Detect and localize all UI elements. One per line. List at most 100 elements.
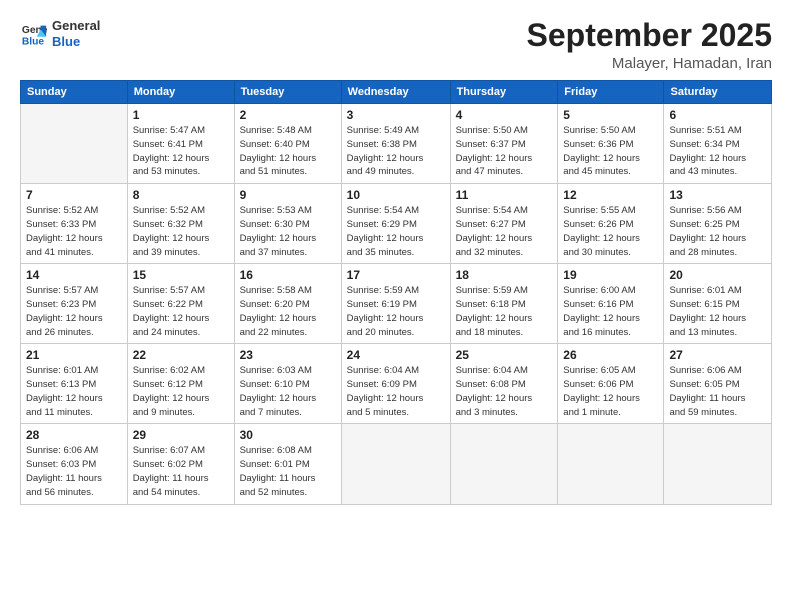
header-friday: Friday [558, 81, 664, 104]
logo-text-blue: Blue [52, 34, 100, 50]
calendar-cell: 17 Sunrise: 5:59 AM Sunset: 6:19 PM Dayli… [341, 264, 450, 344]
calendar-cell: 1Sunrise: 5:47 AM Sunset: 6:41 PM Daylig… [127, 104, 234, 184]
day-info: Sunrise: 6:06 AM Sunset: 6:05 PM Dayligh… [669, 364, 766, 419]
calendar-cell [450, 424, 558, 504]
calendar-cell: 27 Sunrise: 6:06 AM Sunset: 6:05 PM Dayli… [664, 344, 772, 424]
calendar-cell: 5 Sunrise: 5:50 AM Sunset: 6:36 PM Daylig… [558, 104, 664, 184]
calendar-header-row: Sunday Monday Tuesday Wednesday Thursday… [21, 81, 772, 104]
day-number: 19 [563, 268, 658, 282]
day-info: Sunrise: 5:54 AM Sunset: 6:27 PM Dayligh… [456, 204, 553, 259]
calendar-cell: 4 Sunrise: 5:50 AM Sunset: 6:37 PM Daylig… [450, 104, 558, 184]
header-monday: Monday [127, 81, 234, 104]
calendar-cell: 11 Sunrise: 5:54 AM Sunset: 6:27 PM Dayli… [450, 184, 558, 264]
day-number: 26 [563, 348, 658, 362]
calendar-cell: 21 Sunrise: 6:01 AM Sunset: 6:13 PM Dayli… [21, 344, 128, 424]
day-number: 18 [456, 268, 553, 282]
svg-text:Blue: Blue [22, 36, 45, 47]
day-number: 16 [240, 268, 336, 282]
calendar-cell: 30 Sunrise: 6:08 AM Sunset: 6:01 PM Dayli… [234, 424, 341, 504]
day-info: Sunrise: 5:50 AM Sunset: 6:36 PM Dayligh… [563, 124, 658, 179]
day-number: 8 [133, 188, 229, 202]
calendar-cell: 15Sunrise: 5:57 AM Sunset: 6:22 PM Dayli… [127, 264, 234, 344]
day-number: 3 [347, 108, 445, 122]
day-info: Sunrise: 5:50 AM Sunset: 6:37 PM Dayligh… [456, 124, 553, 179]
day-info: Sunrise: 5:58 AM Sunset: 6:20 PM Dayligh… [240, 284, 336, 339]
calendar-cell: 24Sunrise: 6:04 AM Sunset: 6:09 PM Dayli… [341, 344, 450, 424]
day-number: 10 [347, 188, 445, 202]
day-number: 9 [240, 188, 336, 202]
title-block: September 2025 Malayer, Hamadan, Iran [527, 18, 772, 72]
calendar-cell: 23Sunrise: 6:03 AM Sunset: 6:10 PM Dayli… [234, 344, 341, 424]
header-saturday: Saturday [664, 81, 772, 104]
calendar-cell: 26 Sunrise: 6:05 AM Sunset: 6:06 PM Dayli… [558, 344, 664, 424]
day-info: Sunrise: 6:02 AM Sunset: 6:12 PM Dayligh… [133, 364, 229, 419]
day-number: 15 [133, 268, 229, 282]
day-info: Sunrise: 5:59 AM Sunset: 6:18 PM Dayligh… [456, 284, 553, 339]
day-number: 5 [563, 108, 658, 122]
calendar-week-row: 28 Sunrise: 6:06 AM Sunset: 6:03 PM Dayli… [21, 424, 772, 504]
logo-text-general: General [52, 18, 100, 34]
header-thursday: Thursday [450, 81, 558, 104]
page: General Blue General Blue September 2025… [0, 0, 792, 612]
calendar-week-row: 1Sunrise: 5:47 AM Sunset: 6:41 PM Daylig… [21, 104, 772, 184]
day-info: Sunrise: 5:57 AM Sunset: 6:23 PM Dayligh… [26, 284, 122, 339]
day-info: Sunrise: 5:48 AM Sunset: 6:40 PM Dayligh… [240, 124, 336, 179]
header-wednesday: Wednesday [341, 81, 450, 104]
day-info: Sunrise: 6:04 AM Sunset: 6:09 PM Dayligh… [347, 364, 445, 419]
day-number: 29 [133, 428, 229, 442]
day-info: Sunrise: 6:04 AM Sunset: 6:08 PM Dayligh… [456, 364, 553, 419]
calendar-cell: 22 Sunrise: 6:02 AM Sunset: 6:12 PM Dayli… [127, 344, 234, 424]
calendar-cell: 20Sunrise: 6:01 AM Sunset: 6:15 PM Dayli… [664, 264, 772, 344]
day-number: 12 [563, 188, 658, 202]
day-info: Sunrise: 6:05 AM Sunset: 6:06 PM Dayligh… [563, 364, 658, 419]
day-info: Sunrise: 6:06 AM Sunset: 6:03 PM Dayligh… [26, 444, 122, 499]
day-number: 6 [669, 108, 766, 122]
calendar-cell: 8 Sunrise: 5:52 AM Sunset: 6:32 PM Daylig… [127, 184, 234, 264]
calendar-week-row: 14 Sunrise: 5:57 AM Sunset: 6:23 PM Dayli… [21, 264, 772, 344]
day-number: 7 [26, 188, 122, 202]
calendar-cell: 3 Sunrise: 5:49 AM Sunset: 6:38 PM Daylig… [341, 104, 450, 184]
day-info: Sunrise: 5:51 AM Sunset: 6:34 PM Dayligh… [669, 124, 766, 179]
day-number: 17 [347, 268, 445, 282]
calendar-cell: 19 Sunrise: 6:00 AM Sunset: 6:16 PM Dayli… [558, 264, 664, 344]
calendar-cell: 6 Sunrise: 5:51 AM Sunset: 6:34 PM Daylig… [664, 104, 772, 184]
calendar-cell: 13 Sunrise: 5:56 AM Sunset: 6:25 PM Dayli… [664, 184, 772, 264]
day-info: Sunrise: 6:01 AM Sunset: 6:13 PM Dayligh… [26, 364, 122, 419]
day-info: Sunrise: 5:54 AM Sunset: 6:29 PM Dayligh… [347, 204, 445, 259]
day-info: Sunrise: 6:08 AM Sunset: 6:01 PM Dayligh… [240, 444, 336, 499]
calendar-cell [664, 424, 772, 504]
day-number: 20 [669, 268, 766, 282]
calendar-cell [21, 104, 128, 184]
day-info: Sunrise: 5:56 AM Sunset: 6:25 PM Dayligh… [669, 204, 766, 259]
day-number: 27 [669, 348, 766, 362]
day-info: Sunrise: 5:59 AM Sunset: 6:19 PM Dayligh… [347, 284, 445, 339]
calendar-cell: 12 Sunrise: 5:55 AM Sunset: 6:26 PM Dayli… [558, 184, 664, 264]
day-number: 14 [26, 268, 122, 282]
day-number: 25 [456, 348, 553, 362]
calendar-week-row: 21 Sunrise: 6:01 AM Sunset: 6:13 PM Dayli… [21, 344, 772, 424]
calendar-cell: 28 Sunrise: 6:06 AM Sunset: 6:03 PM Dayli… [21, 424, 128, 504]
day-info: Sunrise: 5:49 AM Sunset: 6:38 PM Dayligh… [347, 124, 445, 179]
day-number: 4 [456, 108, 553, 122]
day-number: 30 [240, 428, 336, 442]
day-number: 11 [456, 188, 553, 202]
day-info: Sunrise: 5:52 AM Sunset: 6:32 PM Dayligh… [133, 204, 229, 259]
day-number: 2 [240, 108, 336, 122]
day-number: 28 [26, 428, 122, 442]
day-number: 21 [26, 348, 122, 362]
day-number: 1 [133, 108, 229, 122]
header: General Blue General Blue September 2025… [20, 18, 772, 72]
day-info: Sunrise: 6:00 AM Sunset: 6:16 PM Dayligh… [563, 284, 658, 339]
header-sunday: Sunday [21, 81, 128, 104]
calendar-cell: 2 Sunrise: 5:48 AM Sunset: 6:40 PM Daylig… [234, 104, 341, 184]
calendar-cell: 29Sunrise: 6:07 AM Sunset: 6:02 PM Dayli… [127, 424, 234, 504]
calendar-cell [558, 424, 664, 504]
day-info: Sunrise: 5:55 AM Sunset: 6:26 PM Dayligh… [563, 204, 658, 259]
month-title: September 2025 [527, 18, 772, 53]
calendar-cell: 16 Sunrise: 5:58 AM Sunset: 6:20 PM Dayli… [234, 264, 341, 344]
calendar-cell: 18 Sunrise: 5:59 AM Sunset: 6:18 PM Dayli… [450, 264, 558, 344]
calendar-cell: 10 Sunrise: 5:54 AM Sunset: 6:29 PM Dayli… [341, 184, 450, 264]
calendar-table: Sunday Monday Tuesday Wednesday Thursday… [20, 80, 772, 504]
day-number: 22 [133, 348, 229, 362]
day-number: 13 [669, 188, 766, 202]
